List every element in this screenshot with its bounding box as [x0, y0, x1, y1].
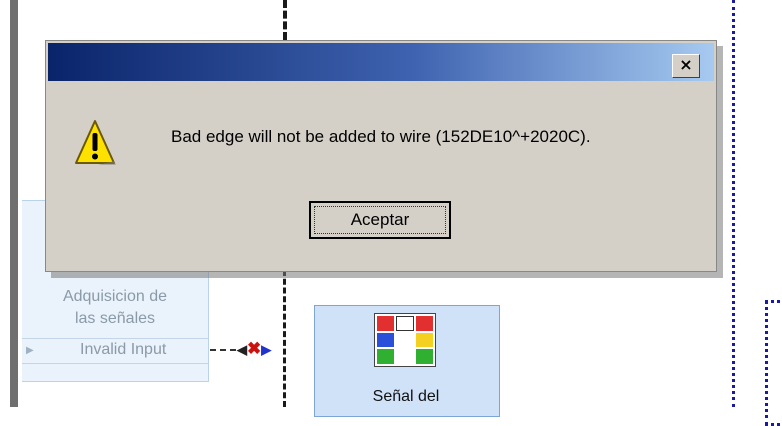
broken-wire-x-icon[interactable]: ◀✖▶ [237, 339, 271, 359]
warning-icon [75, 120, 116, 165]
expand-triangle-icon: ▶ [26, 345, 34, 356]
acquisition-title-line1: Adquisicion de [62, 288, 168, 305]
acquisition-title: Adquisicion de las señales [22, 286, 208, 330]
dialog-message: Bad edge will not be added to wire (152D… [171, 127, 591, 146]
signal-vi-label: Señal del [372, 388, 440, 405]
invalid-input-terminal[interactable]: ▶ Invalid Input [22, 338, 208, 364]
signal-vi-icon [374, 313, 436, 367]
dashed-wire-bottom [283, 270, 286, 407]
broken-wire[interactable] [210, 349, 236, 351]
structure-corner [765, 300, 782, 426]
dashed-wire-top [283, 0, 287, 40]
structure-border-right [732, 0, 735, 407]
warning-dialog: × Bad edge will not be added to wire (15… [45, 40, 717, 272]
dialog-titlebar[interactable]: × [48, 43, 714, 81]
close-button[interactable]: × [672, 54, 700, 78]
terminal-label: Invalid Input [80, 341, 167, 358]
ok-button[interactable]: Aceptar [309, 201, 451, 239]
left-border-bar [10, 0, 18, 407]
acquisition-title-line2: las señales [74, 310, 156, 327]
